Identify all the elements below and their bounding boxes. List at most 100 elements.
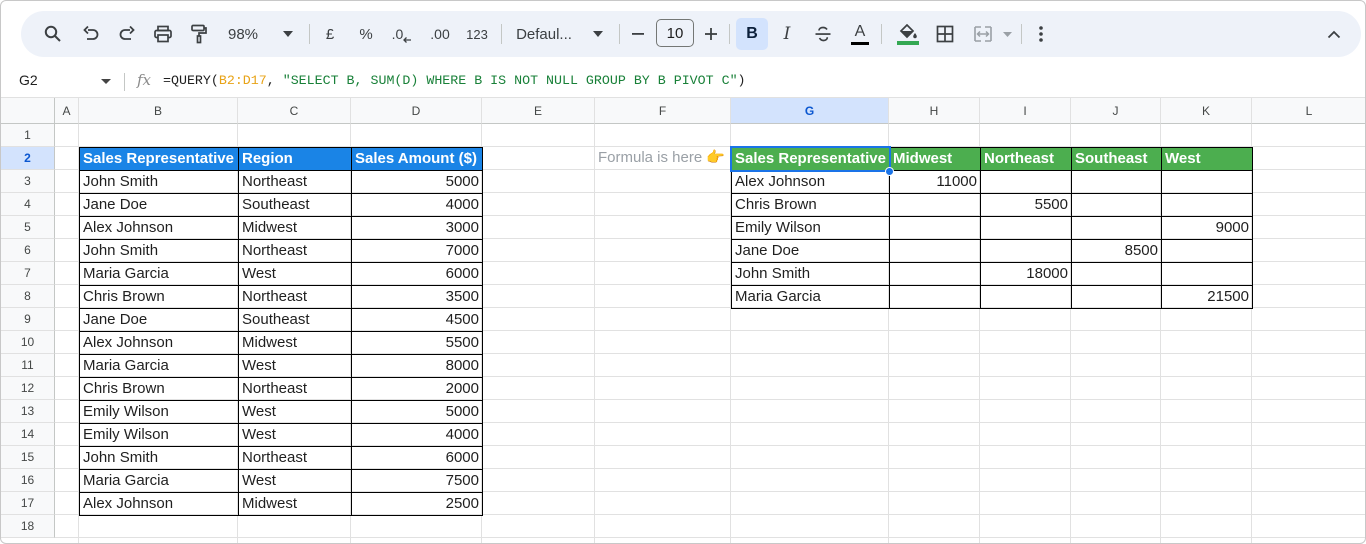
pivot-header-cell[interactable]: Sales Representative — [731, 147, 890, 171]
strikethrough-icon[interactable] — [810, 11, 836, 57]
pivot-data-cell[interactable] — [980, 170, 1072, 194]
pivot-header-cell[interactable]: Northeast — [980, 147, 1072, 171]
pivot-data-cell[interactable] — [1071, 193, 1162, 217]
print-icon[interactable] — [149, 11, 177, 57]
source-data-cell[interactable]: 6000 — [351, 446, 483, 470]
paint-format-icon[interactable] — [185, 11, 213, 57]
pivot-header-cell[interactable]: Southeast — [1071, 147, 1162, 171]
pivot-data-cell[interactable] — [1161, 170, 1253, 194]
source-data-cell[interactable]: Midwest — [238, 492, 352, 516]
pivot-data-cell[interactable]: Jane Doe — [731, 239, 890, 263]
pivot-data-cell[interactable]: 9000 — [1161, 216, 1253, 240]
source-data-cell[interactable]: West — [238, 262, 352, 286]
source-data-cell[interactable]: Maria Garcia — [79, 262, 239, 286]
more-formats-button[interactable]: 123 — [463, 11, 491, 57]
pivot-data-cell[interactable]: Maria Garcia — [731, 285, 890, 309]
pivot-data-cell[interactable]: 8500 — [1071, 239, 1162, 263]
row-header-10[interactable]: 10 — [1, 331, 55, 354]
row-header-5[interactable]: 5 — [1, 216, 55, 239]
percent-format-button[interactable]: % — [355, 11, 377, 57]
source-data-cell[interactable]: Northeast — [238, 239, 352, 263]
source-data-cell[interactable]: West — [238, 354, 352, 378]
source-header-cell[interactable]: Region — [238, 147, 352, 171]
pivot-data-cell[interactable]: 18000 — [980, 262, 1072, 286]
column-header-d[interactable]: D — [351, 98, 482, 124]
source-header-cell[interactable]: Sales Representative — [79, 147, 239, 171]
source-data-cell[interactable]: John Smith — [79, 239, 239, 263]
font-size-input[interactable]: 10 — [656, 19, 694, 47]
column-header-e[interactable]: E — [482, 98, 595, 124]
pivot-data-cell[interactable] — [1071, 285, 1162, 309]
search-menus-icon[interactable] — [39, 11, 67, 57]
source-data-cell[interactable]: Northeast — [238, 285, 352, 309]
row-header-8[interactable]: 8 — [1, 285, 55, 308]
select-all-corner[interactable] — [1, 98, 55, 124]
pivot-data-cell[interactable] — [1161, 262, 1253, 286]
pivot-data-cell[interactable] — [980, 216, 1072, 240]
pivot-data-cell[interactable] — [1071, 262, 1162, 286]
decrease-font-size-button[interactable] — [627, 11, 649, 57]
merge-dropdown-icon[interactable] — [1001, 11, 1013, 57]
source-data-cell[interactable]: Jane Doe — [79, 193, 239, 217]
zoom-select[interactable]: 98% — [219, 11, 267, 57]
pivot-data-cell[interactable] — [889, 239, 981, 263]
pivot-header-cell[interactable]: West — [1161, 147, 1253, 171]
row-header-6[interactable]: 6 — [1, 239, 55, 262]
source-data-cell[interactable]: Midwest — [238, 331, 352, 355]
text-color-button[interactable]: A — [847, 11, 873, 57]
spreadsheet-grid[interactable]: A B C D E F G H I J K L 1 2 3 4 5 6 7 8 9 10 11 12 13 14 15 16 17 18 S… — [1, 98, 1365, 543]
pivot-data-cell[interactable] — [1071, 170, 1162, 194]
pivot-data-cell[interactable]: Alex Johnson — [731, 170, 890, 194]
source-data-cell[interactable]: John Smith — [79, 170, 239, 194]
pivot-data-cell[interactable]: 11000 — [889, 170, 981, 194]
column-header-k[interactable]: K — [1161, 98, 1252, 124]
column-header-c[interactable]: C — [238, 98, 351, 124]
source-data-cell[interactable]: Alex Johnson — [79, 492, 239, 516]
name-box-dropdown-icon[interactable] — [101, 79, 111, 84]
source-data-cell[interactable]: 7500 — [351, 469, 483, 493]
zoom-dropdown-icon[interactable] — [279, 11, 297, 57]
source-data-cell[interactable]: Midwest — [238, 216, 352, 240]
source-data-cell[interactable]: 3500 — [351, 285, 483, 309]
pivot-data-cell[interactable] — [1161, 239, 1253, 263]
source-data-cell[interactable]: Emily Wilson — [79, 400, 239, 424]
row-header-17[interactable]: 17 — [1, 492, 55, 515]
increase-decimal-button[interactable]: .00 — [425, 11, 455, 57]
source-data-cell[interactable]: 5000 — [351, 400, 483, 424]
source-data-cell[interactable]: 5500 — [351, 331, 483, 355]
source-data-cell[interactable]: Southeast — [238, 308, 352, 332]
source-data-cell[interactable]: 5000 — [351, 170, 483, 194]
source-data-cell[interactable]: 7000 — [351, 239, 483, 263]
source-data-cell[interactable]: Northeast — [238, 170, 352, 194]
pivot-data-cell[interactable] — [889, 193, 981, 217]
source-data-cell[interactable]: Alex Johnson — [79, 331, 239, 355]
formula-input[interactable]: =QUERY(B2:D17, "SELECT B, SUM(D) WHERE B… — [163, 73, 746, 88]
pivot-data-cell[interactable] — [889, 262, 981, 286]
source-data-cell[interactable]: Alex Johnson — [79, 216, 239, 240]
redo-icon[interactable] — [113, 11, 141, 57]
row-header-9[interactable]: 9 — [1, 308, 55, 331]
fill-color-button[interactable] — [894, 11, 922, 57]
row-header-11[interactable]: 11 — [1, 354, 55, 377]
source-data-cell[interactable]: Maria Garcia — [79, 354, 239, 378]
name-box[interactable]: G2 — [19, 72, 38, 88]
increase-font-size-button[interactable] — [700, 11, 722, 57]
source-data-cell[interactable]: Northeast — [238, 446, 352, 470]
source-data-cell[interactable]: West — [238, 400, 352, 424]
column-header-g[interactable]: G — [731, 98, 889, 124]
row-header-7[interactable]: 7 — [1, 262, 55, 285]
pivot-data-cell[interactable]: John Smith — [731, 262, 890, 286]
decrease-decimal-button[interactable]: .0 — [389, 11, 415, 57]
italic-button[interactable]: I — [774, 11, 800, 57]
row-header-14[interactable]: 14 — [1, 423, 55, 446]
undo-icon[interactable] — [77, 11, 105, 57]
pivot-data-cell[interactable]: Chris Brown — [731, 193, 890, 217]
row-header-4[interactable]: 4 — [1, 193, 55, 216]
source-data-cell[interactable]: Chris Brown — [79, 285, 239, 309]
source-header-cell[interactable]: Sales Amount ($) — [351, 147, 483, 171]
source-data-cell[interactable]: 8000 — [351, 354, 483, 378]
row-header-16[interactable]: 16 — [1, 469, 55, 492]
row-header-2[interactable]: 2 — [1, 147, 55, 170]
row-header-15[interactable]: 15 — [1, 446, 55, 469]
row-header-18[interactable]: 18 — [1, 515, 55, 538]
